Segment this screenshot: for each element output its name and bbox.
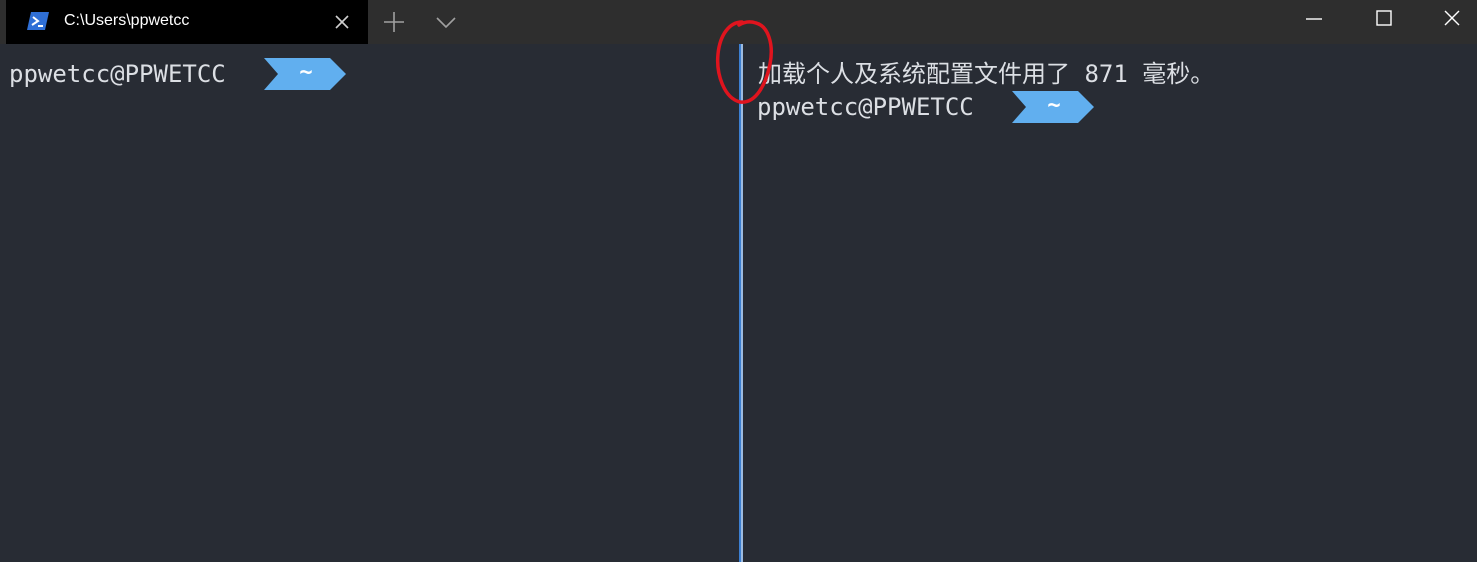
- terminal-pane-right[interactable]: 加载个人及系统配置文件用了 871 毫秒。 ppwetcc@PPWETCC ~: [746, 44, 1477, 562]
- close-tab-icon[interactable]: [332, 12, 352, 32]
- prompt-user: ppwetcc@PPWETCC: [9, 60, 226, 88]
- prompt-line: ppwetcc@PPWETCC ~: [757, 91, 1157, 123]
- title-bar: C:\Users\ppwetcc: [0, 0, 1477, 44]
- tab-title: C:\Users\ppwetcc: [64, 12, 190, 29]
- prompt-dir-chip: ~: [264, 58, 346, 90]
- tab-powershell[interactable]: C:\Users\ppwetcc: [6, 0, 368, 44]
- chevron-down-icon[interactable]: [432, 8, 460, 36]
- pane-splitter[interactable]: [738, 44, 746, 562]
- profile-load-message: 加载个人及系统配置文件用了 871 毫秒。: [758, 60, 1215, 88]
- minimize-icon[interactable]: [1286, 0, 1342, 40]
- terminal-pane-left[interactable]: ppwetcc@PPWETCC ~: [0, 44, 738, 562]
- maximize-icon[interactable]: [1356, 0, 1412, 40]
- focus-highlight: [741, 44, 743, 562]
- prompt-dir: ~: [299, 60, 313, 85]
- prompt-dir: ~: [1047, 93, 1061, 118]
- prompt-line: ppwetcc@PPWETCC ~: [9, 58, 409, 90]
- prompt-dir-chip: ~: [1012, 91, 1094, 123]
- powershell-icon: [27, 11, 49, 31]
- close-icon[interactable]: [1421, 0, 1477, 40]
- prompt-user: ppwetcc@PPWETCC: [757, 93, 974, 121]
- plus-icon[interactable]: [380, 8, 408, 36]
